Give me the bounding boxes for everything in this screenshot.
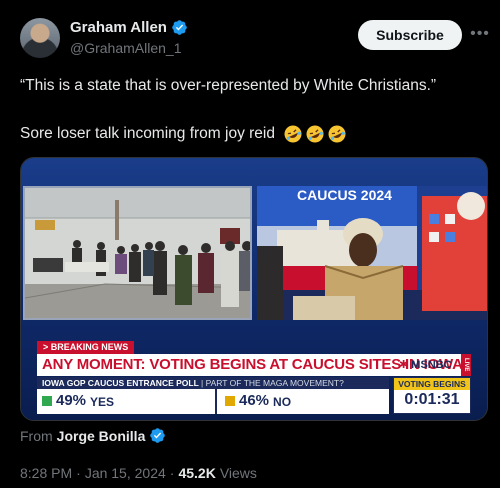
no-label: NO — [273, 395, 292, 409]
studio-host-image: CAUCUS 2024 — [257, 186, 487, 320]
no-percentage: 46% — [239, 392, 270, 409]
poll-title-text: IOWA GOP CAUCUS ENTRANCE POLL — [42, 378, 199, 388]
poll-divider — [215, 389, 217, 414]
wall-caucus-text: CAUCUS 2024 — [297, 187, 392, 203]
rofl-emoji-icon — [327, 124, 347, 144]
studio-host-panel: CAUCUS 2024 — [257, 186, 487, 320]
peacock-icon: ✱ — [399, 359, 409, 371]
views-count: 45.2K — [178, 465, 216, 481]
yes-label: YES — [90, 395, 115, 409]
live-badge: LIVE — [461, 354, 471, 376]
author-avatar[interactable] — [20, 18, 60, 58]
network-logo: ✱ MSNBC — [399, 358, 452, 371]
meta-separator: · — [169, 465, 175, 481]
caucus-crowd-panel — [23, 186, 252, 320]
countdown-timer: VOTING BEGINS 0:01:31 — [393, 377, 471, 414]
verified-badge-icon — [171, 19, 188, 36]
meta-separator: · — [76, 465, 81, 481]
rofl-emoji-icon — [305, 124, 325, 144]
attribution-prefix: From — [20, 427, 53, 444]
poll-results: 49% YES 46% NO — [37, 389, 389, 414]
post-time[interactable]: 8:28 PM — [20, 465, 72, 481]
poll-title: IOWA GOP CAUCUS ENTRANCE POLL | PART OF … — [42, 378, 344, 388]
attribution-source-link[interactable]: Jorge Bonilla — [57, 428, 146, 444]
author-display-name[interactable]: Graham Allen — [70, 19, 167, 36]
poll-no-result: 46% NO — [225, 392, 291, 409]
breaking-news-tag: > BREAKING NEWS — [37, 341, 135, 354]
views-label: Views — [219, 465, 257, 481]
yes-percentage: 49% — [56, 392, 87, 409]
more-horizontal-icon[interactable]: ••• — [468, 22, 492, 46]
timer-label: VOTING BEGINS — [394, 378, 470, 390]
no-swatch — [225, 395, 235, 406]
poll-title-bar: IOWA GOP CAUCUS ENTRANCE POLL | PART OF … — [37, 377, 389, 389]
network-name: MSNBC — [411, 359, 452, 371]
tweet-text-line-1: “This is a state that is over-represente… — [20, 77, 437, 94]
subscribe-button[interactable]: Subscribe — [358, 20, 462, 50]
headline-bar: ANY MOMENT: VOTING BEGINS AT CAUCUS SITE… — [37, 354, 471, 376]
media-attribution: From Jorge Bonilla — [20, 427, 166, 444]
caucus-crowd-image — [25, 188, 250, 318]
video-media[interactable]: CAUCUS 2024 > BREAKING NEWS ANY MOMENT: … — [20, 157, 488, 421]
author-handle[interactable]: @GrahamAllen_1 — [70, 40, 182, 56]
yes-swatch — [42, 395, 52, 406]
tweet-text-line-2-text: Sore loser talk incoming from joy reid — [20, 125, 275, 142]
verified-badge-icon — [149, 427, 166, 444]
post-card: Graham Allen @GrahamAllen_1 Subscribe ••… — [0, 0, 500, 488]
post-meta: 8:28 PM · Jan 15, 2024 · 45.2K Views — [20, 465, 257, 481]
tweet-text-line-2: Sore loser talk incoming from joy reid — [20, 124, 347, 144]
post-date[interactable]: Jan 15, 2024 — [85, 465, 166, 481]
rofl-emoji-icon — [283, 124, 303, 144]
timer-value: 0:01:31 — [404, 391, 460, 408]
poll-question: | PART OF THE MAGA MOVEMENT? — [201, 378, 344, 388]
author-name-row: Graham Allen — [70, 19, 188, 36]
poll-yes-result: 49% YES — [42, 392, 114, 409]
